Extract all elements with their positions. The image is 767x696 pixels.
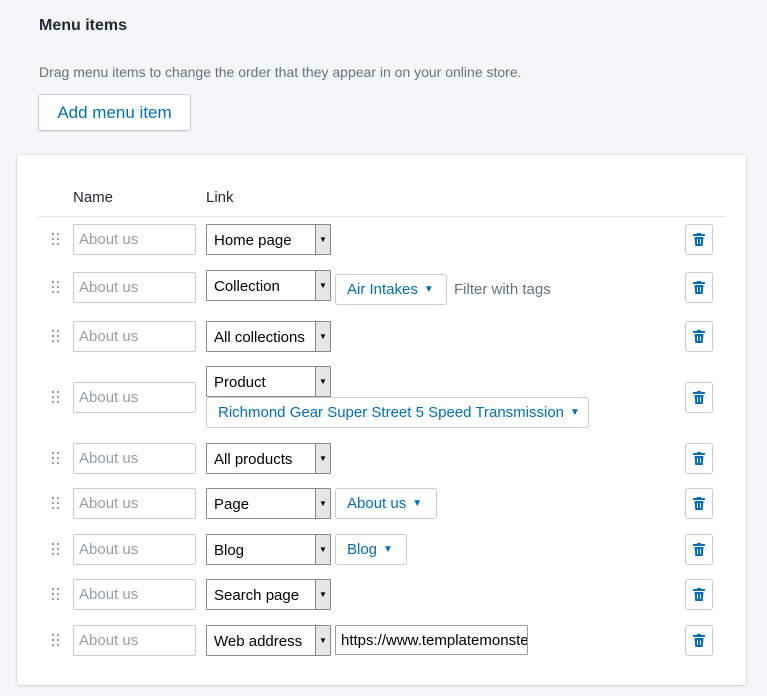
delete-button[interactable] [685, 534, 713, 565]
link-type-value: Search page [214, 587, 300, 604]
menu-item-name-input[interactable] [73, 321, 196, 352]
drag-handle-icon[interactable] [52, 588, 60, 602]
drag-handle-icon[interactable] [52, 452, 60, 466]
trash-icon [693, 233, 705, 246]
link-type-select[interactable]: Product ▼ [206, 366, 331, 397]
drag-handle-icon[interactable] [52, 233, 60, 247]
drag-handle-icon[interactable] [52, 497, 60, 511]
column-header-link: Link [206, 189, 234, 206]
link-type-value: Web address [214, 633, 303, 650]
caret-down-icon: ▼ [412, 498, 423, 509]
caret-down-icon: ▼ [383, 544, 393, 555]
delete-button[interactable] [685, 443, 713, 474]
menu-item-name-input[interactable] [73, 488, 196, 519]
delete-button[interactable] [685, 272, 713, 303]
link-type-select[interactable]: Collection ▼ [206, 270, 331, 301]
trash-icon [693, 588, 705, 601]
trash-icon [693, 452, 705, 465]
link-type-select[interactable]: Home page ▼ [206, 224, 331, 255]
caret-down-icon: ▼ [570, 407, 580, 418]
blog-picker[interactable]: Blog ▼ [335, 534, 407, 565]
menu-item-name-input[interactable] [73, 579, 196, 610]
delete-button[interactable] [685, 321, 713, 352]
menu-item-name-input[interactable] [73, 224, 196, 255]
select-arrow-icon: ▼ [315, 626, 330, 655]
menu-item-name-input[interactable] [73, 272, 196, 303]
drag-handle-icon[interactable] [52, 330, 60, 344]
collection-value: Air Intakes [347, 281, 418, 298]
trash-icon [693, 330, 705, 343]
link-type-select[interactable]: Blog ▼ [206, 534, 331, 565]
select-arrow-icon: ▼ [315, 367, 330, 396]
column-header-name: Name [73, 189, 114, 206]
select-arrow-icon: ▼ [315, 489, 330, 518]
link-type-value: Home page [214, 232, 292, 249]
link-type-select[interactable]: Search page ▼ [206, 579, 331, 610]
page-value: About us [347, 495, 407, 512]
caret-down-icon: ▼ [423, 284, 434, 295]
trash-icon [693, 391, 705, 404]
select-arrow-icon: ▼ [315, 225, 330, 254]
drag-handle-icon[interactable] [52, 543, 60, 557]
link-type-select[interactable]: All products ▼ [206, 443, 331, 474]
link-type-select[interactable]: Page ▼ [206, 488, 331, 519]
select-arrow-icon: ▼ [315, 322, 330, 351]
menu-item-name-input[interactable] [73, 534, 196, 565]
page-picker[interactable]: About us ▼ [335, 488, 437, 519]
trash-icon [693, 634, 705, 647]
delete-button[interactable] [685, 224, 713, 255]
section-title: Menu items [39, 17, 128, 34]
drag-handle-icon[interactable] [52, 391, 60, 405]
delete-button[interactable] [685, 382, 713, 413]
trash-icon [693, 281, 705, 294]
link-type-select[interactable]: All collections ▼ [206, 321, 331, 352]
product-picker[interactable]: Richmond Gear Super Street 5 Speed Trans… [206, 397, 589, 428]
product-value: Richmond Gear Super Street 5 Speed Trans… [218, 404, 565, 421]
select-arrow-icon: ▼ [315, 580, 330, 609]
select-arrow-icon: ▼ [315, 271, 330, 300]
collection-picker[interactable]: Air Intakes ▼ [335, 274, 447, 305]
link-type-value: Collection [214, 278, 280, 295]
blog-value: Blog [347, 541, 378, 558]
delete-button[interactable] [685, 625, 713, 656]
menu-item-name-input[interactable] [73, 382, 196, 413]
link-type-value: All products [214, 451, 293, 468]
link-type-value: Page [214, 496, 250, 513]
trash-icon [693, 543, 705, 556]
add-menu-item-button[interactable]: Add menu item [38, 94, 191, 131]
web-address-input[interactable]: https://www.templatemonster.com [335, 625, 528, 655]
menu-item-name-input[interactable] [73, 625, 196, 656]
link-type-value: All collections [214, 329, 305, 346]
section-description: Drag menu items to change the order that… [39, 64, 522, 80]
filter-with-tags-link[interactable]: Filter with tags [454, 281, 551, 298]
drag-handle-icon[interactable] [52, 281, 60, 295]
select-arrow-icon: ▼ [315, 535, 330, 564]
delete-button[interactable] [685, 579, 713, 610]
menu-items-card: Name Link Home page ▼ Collection ▼ Air I… [17, 155, 746, 685]
header-divider [38, 216, 725, 217]
trash-icon [693, 497, 705, 510]
link-type-value: Product [214, 374, 266, 391]
delete-button[interactable] [685, 488, 713, 519]
link-type-value: Blog [214, 542, 245, 559]
link-type-select[interactable]: Web address ▼ [206, 625, 331, 656]
drag-handle-icon[interactable] [52, 634, 60, 648]
menu-item-name-input[interactable] [73, 443, 196, 474]
select-arrow-icon: ▼ [315, 444, 330, 473]
